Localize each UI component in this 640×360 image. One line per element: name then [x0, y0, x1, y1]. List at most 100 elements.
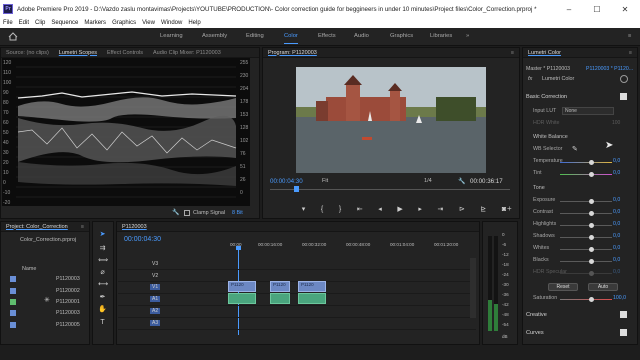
razor-tool-icon[interactable]: ⌀	[98, 268, 107, 277]
slider-value-tint[interactable]: 0,0	[613, 170, 620, 176]
saturation-value[interactable]: 100,0	[613, 295, 626, 301]
exposure-slider-knob[interactable]	[589, 199, 594, 204]
tab-source[interactable]: Source: (no clips)	[1, 50, 54, 56]
project-tab[interactable]: Project: Color_Correction	[1, 224, 73, 230]
project-item[interactable]: P1120003	[56, 310, 80, 316]
pen-tool-icon[interactable]: ✒	[98, 293, 107, 302]
project-item[interactable]: P1120001	[56, 299, 80, 305]
ripple-edit-tool-icon[interactable]: ⟺	[98, 256, 108, 265]
saturation-slider[interactable]	[560, 297, 612, 302]
menu-sequence[interactable]: Sequence	[48, 20, 81, 26]
project-item[interactable]: P1120002	[56, 288, 80, 294]
auto-button[interactable]: Auto	[588, 283, 618, 291]
timeline-timecode[interactable]: 00:00:04:30	[124, 236, 161, 243]
tab-audio-clip-mixer[interactable]: Audio Clip Mixer: P1120003	[148, 50, 226, 56]
master-clip-label[interactable]: Master * P1120003	[526, 66, 570, 72]
saturation-slider-knob[interactable]	[589, 297, 594, 302]
menu-markers[interactable]: Markers	[81, 20, 109, 26]
close-button[interactable]: ✕	[612, 0, 638, 18]
blacks-slider[interactable]	[560, 259, 612, 264]
slider-value-exposure[interactable]: 0,0	[613, 197, 620, 203]
lumetri-menu-icon[interactable]: ≡	[624, 50, 637, 56]
tab-lumetri-scopes[interactable]: Lumetri Scopes	[54, 50, 102, 56]
video-clip[interactable]: P1120	[228, 281, 256, 292]
eyedropper-icon[interactable]: ✎	[572, 146, 579, 153]
menu-edit[interactable]: Edit	[16, 20, 32, 26]
track-label-v3[interactable]: V3	[152, 261, 158, 267]
in-point-icon[interactable]: {	[321, 206, 323, 213]
workspace-overflow[interactable]: »	[466, 33, 469, 39]
curves-checkbox[interactable]	[620, 329, 627, 336]
selection-tool-icon[interactable]: ➤	[98, 230, 107, 239]
reset-effect-icon[interactable]	[620, 75, 628, 83]
menu-help[interactable]: Help	[185, 20, 203, 26]
fit-select[interactable]: Fit	[322, 178, 328, 184]
track-label-a1[interactable]: A1	[150, 296, 161, 302]
slider-value-shadows[interactable]: 0,0	[613, 233, 620, 239]
workspace-audio[interactable]: Audio	[354, 33, 369, 39]
track-select-tool-icon[interactable]: ⇉	[98, 244, 107, 253]
tone-header[interactable]: Tone	[533, 185, 545, 191]
temperature-slider-knob[interactable]	[589, 160, 594, 165]
quality-select[interactable]: 1/4	[424, 178, 432, 184]
clamp-signal-checkbox[interactable]	[184, 210, 190, 216]
whites-slider-knob[interactable]	[589, 247, 594, 252]
workspace-graphics[interactable]: Graphics	[390, 33, 413, 39]
insert-icon[interactable]: ⊳	[459, 205, 465, 213]
project-menu-icon[interactable]: ≡	[76, 224, 89, 230]
workspace-color[interactable]: Color	[284, 33, 298, 44]
track-label-a3[interactable]: A3	[150, 320, 161, 326]
hand-tool-icon[interactable]: ✋	[98, 305, 107, 314]
creative-checkbox[interactable]	[620, 311, 627, 318]
program-scrubber[interactable]	[270, 189, 510, 190]
track-label-v1[interactable]: V1	[150, 284, 161, 290]
curves-header[interactable]: Curves	[526, 330, 544, 336]
blacks-slider-knob[interactable]	[589, 259, 594, 264]
shadows-slider[interactable]	[560, 235, 612, 240]
workspace-editing[interactable]: Editing	[246, 33, 264, 39]
maximize-button[interactable]: ☐	[584, 0, 610, 18]
menu-window[interactable]: Window	[158, 20, 185, 26]
minimize-button[interactable]: –	[556, 0, 582, 18]
export-frame-icon[interactable]: ◙	[502, 206, 506, 213]
menu-clip[interactable]: Clip	[32, 20, 48, 26]
program-playhead[interactable]	[294, 186, 299, 192]
menu-graphics[interactable]: Graphics	[109, 20, 139, 26]
video-clip[interactable]: P1120	[298, 281, 326, 292]
home-icon[interactable]	[8, 32, 18, 41]
workspace-effects[interactable]: Effects	[318, 33, 336, 39]
exposure-slider[interactable]	[560, 199, 612, 204]
slider-value-temperature[interactable]: 0,0	[613, 158, 620, 164]
go-to-out-icon[interactable]: ⇥	[437, 205, 443, 213]
wrench-icon[interactable]: 🔧	[458, 178, 465, 185]
go-to-in-icon[interactable]: ⇤	[357, 205, 363, 213]
contrast-slider[interactable]	[560, 211, 612, 216]
whites-slider[interactable]	[560, 247, 612, 252]
audio-clip[interactable]	[228, 293, 256, 304]
track-label-v2[interactable]: V2	[152, 273, 158, 279]
program-menu-icon[interactable]: ≡	[506, 50, 519, 56]
highlights-slider[interactable]	[560, 223, 612, 228]
white-balance-header[interactable]: White Balance	[533, 134, 568, 140]
tint-slider-knob[interactable]	[589, 172, 594, 177]
project-item[interactable]: P1120003	[56, 276, 80, 282]
slider-value-blacks[interactable]: 0,0	[613, 257, 620, 263]
highlights-slider-knob[interactable]	[589, 223, 594, 228]
out-point-icon[interactable]: }	[339, 206, 341, 213]
slider-value-highlights[interactable]: 0,0	[613, 221, 620, 227]
basic-correction-checkbox[interactable]	[620, 93, 627, 100]
step-back-icon[interactable]: ◂	[378, 205, 382, 213]
timeline-playhead-handle[interactable]	[236, 246, 241, 250]
tab-effect-controls[interactable]: Effect Controls	[102, 50, 148, 56]
workspace-assembly[interactable]: Assembly	[202, 33, 227, 39]
add-button-icon[interactable]: +	[507, 204, 512, 213]
track-label-a2[interactable]: A2	[150, 308, 161, 314]
overwrite-icon[interactable]: ⊵	[480, 205, 486, 213]
lumetri-tab[interactable]: Lumetri Color	[523, 50, 566, 56]
audio-clip[interactable]	[270, 293, 290, 304]
menu-view[interactable]: View	[139, 20, 158, 26]
input-lut-select[interactable]: None	[562, 107, 614, 115]
slip-tool-icon[interactable]: ⟷	[98, 280, 108, 289]
temperature-slider[interactable]	[560, 160, 612, 165]
workspace-libraries[interactable]: Libraries	[430, 33, 452, 39]
